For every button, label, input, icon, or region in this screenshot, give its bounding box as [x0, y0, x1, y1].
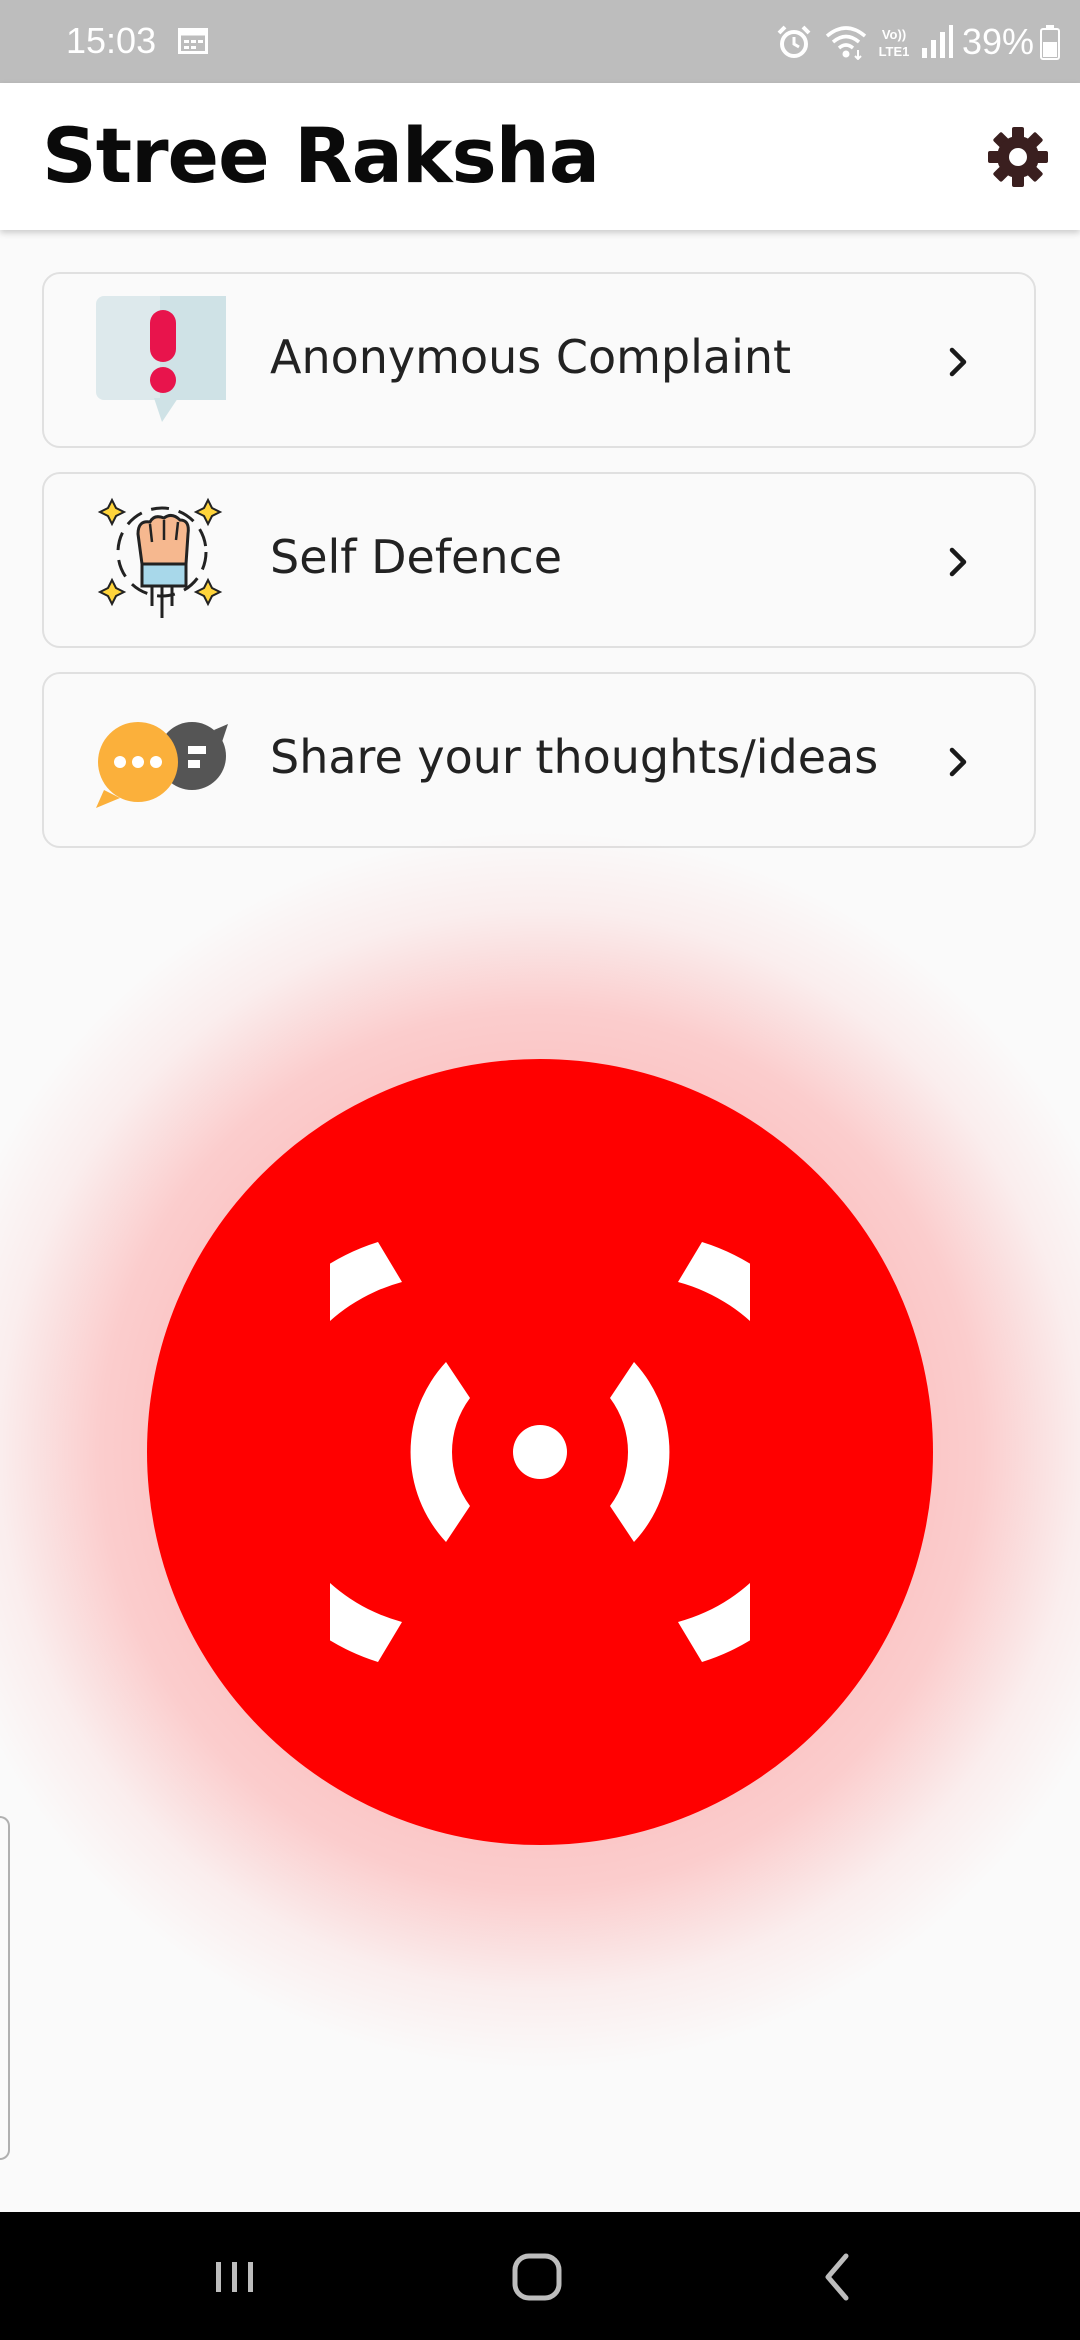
- anonymous-complaint-card[interactable]: Anonymous Complaint: [42, 272, 1036, 448]
- menu-item-label: Anonymous Complaint: [270, 330, 792, 384]
- chevron-right-icon: [949, 347, 967, 377]
- signal-icon: [921, 25, 953, 58]
- battery-level: 39%: [961, 21, 1034, 62]
- self-defence-card[interactable]: Self Defence: [42, 472, 1036, 648]
- edge-panel-handle[interactable]: [0, 1816, 10, 2160]
- wifi-icon: [825, 26, 867, 60]
- recent-apps-icon[interactable]: [200, 2242, 270, 2312]
- back-icon[interactable]: [804, 2242, 874, 2312]
- calendar-icon: [178, 28, 208, 54]
- alert-speech-bubble-icon: [96, 296, 226, 422]
- chat-bubbles-icon: [96, 722, 228, 808]
- menu-item-label: Self Defence: [270, 530, 563, 584]
- app-bar: Stree Raksha: [0, 83, 1080, 230]
- gear-icon[interactable]: [986, 125, 1050, 189]
- chevron-right-icon: [949, 747, 967, 777]
- sos-button[interactable]: [147, 1059, 933, 1845]
- chevron-right-icon: [949, 547, 967, 577]
- svg-text:LTE1: LTE1: [879, 44, 910, 59]
- volte-icon: Vo)) LTE1: [879, 27, 910, 59]
- raised-fist-icon: [97, 497, 223, 618]
- status-bar: 15:03 Vo)) LTE1 39%: [0, 0, 1080, 83]
- menu-item-label: Share your thoughts/ideas: [270, 730, 879, 784]
- svg-text:Vo)): Vo)): [882, 27, 906, 42]
- page-title: Stree Raksha: [42, 111, 600, 200]
- navigation-bar: [0, 2212, 1080, 2340]
- broadcast-signal-icon: [330, 1242, 750, 1662]
- share-thoughts-card[interactable]: Share your thoughts/ideas: [42, 672, 1036, 848]
- battery-icon: [1040, 25, 1060, 60]
- alarm-icon: [777, 25, 811, 58]
- home-icon[interactable]: [502, 2242, 572, 2312]
- status-indicators: Vo)) LTE1 39%: [776, 14, 1060, 70]
- status-time: 15:03: [66, 20, 157, 61]
